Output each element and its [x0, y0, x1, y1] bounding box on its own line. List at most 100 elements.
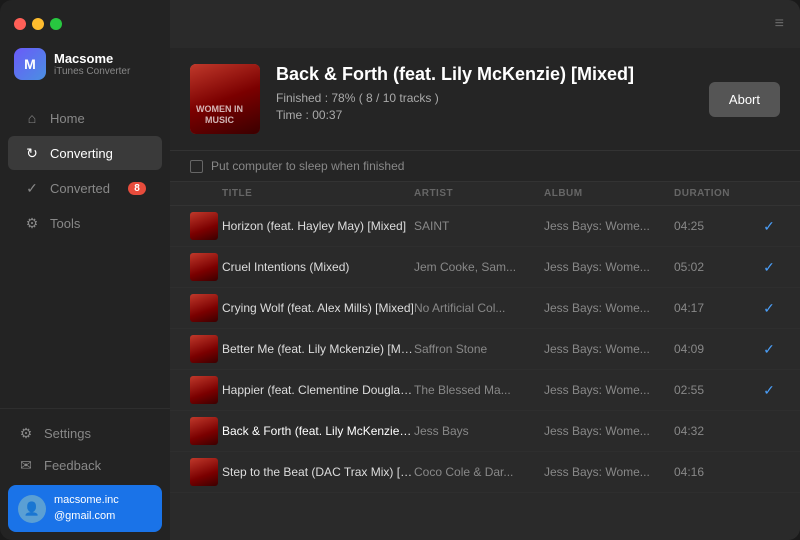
- table-row[interactable]: Better Me (feat. Lily Mckenzie) [Mixed] …: [170, 329, 800, 370]
- track-artist: Coco Cole & Dar...: [414, 465, 544, 479]
- track-title: Back & Forth (feat. Lily McKenzie) [Mi..…: [222, 424, 414, 438]
- album-header: WOMEN INMUSIC Back & Forth (feat. Lily M…: [170, 48, 800, 151]
- track-title-col: Happier (feat. Clementine Douglas) [..…: [222, 383, 414, 397]
- track-status: ✓: [754, 382, 784, 399]
- track-title: Step to the Beat (DAC Trax Mix) [Mixed]: [222, 465, 414, 479]
- sidebar-item-feedback[interactable]: ✉ Feedback: [8, 449, 162, 481]
- track-artist: No Artificial Col...: [414, 301, 544, 315]
- track-artist: Jem Cooke, Sam...: [414, 260, 544, 274]
- track-title: Crying Wolf (feat. Alex Mills) [Mixed]: [222, 301, 414, 315]
- track-album: Jess Bays: Wome...: [544, 342, 674, 356]
- track-thumbnail: [190, 253, 218, 281]
- converting-icon: ↻: [24, 145, 40, 161]
- track-title-col: Horizon (feat. Hayley May) [Mixed]: [222, 219, 414, 233]
- user-section[interactable]: 👤 macsome.inc @gmail.com: [8, 485, 162, 532]
- track-duration: 04:25: [674, 219, 754, 233]
- track-album: Jess Bays: Wome...: [544, 465, 674, 479]
- sidebar-item-tools[interactable]: ⚙ Tools: [8, 206, 162, 240]
- track-status: ✓: [754, 259, 784, 276]
- track-list-header: TITLE ARTIST ALBUM DURATION: [170, 182, 800, 206]
- track-thumb-col: [186, 335, 222, 363]
- sidebar-item-converted-label: Converted: [50, 181, 110, 196]
- album-art-label: WOMEN INMUSIC: [196, 104, 243, 126]
- track-title: Happier (feat. Clementine Douglas) [..…: [222, 383, 414, 397]
- sidebar-item-home[interactable]: ⌂ Home: [8, 101, 162, 135]
- menu-icon[interactable]: ≡: [775, 15, 784, 33]
- track-album: Jess Bays: Wome...: [544, 383, 674, 397]
- track-rows: Horizon (feat. Hayley May) [Mixed] SAINT…: [170, 206, 800, 493]
- user-email-line1: macsome.inc: [54, 494, 119, 506]
- col-album: ALBUM: [544, 188, 674, 199]
- table-row[interactable]: Cruel Intentions (Mixed) Jem Cooke, Sam.…: [170, 247, 800, 288]
- album-progress-text: Finished : 78% ( 8 / 10 tracks ): [276, 91, 693, 105]
- album-info: Back & Forth (feat. Lily McKenzie) [Mixe…: [276, 64, 693, 122]
- converted-badge: 8: [128, 182, 146, 195]
- table-row[interactable]: Happier (feat. Clementine Douglas) [..… …: [170, 370, 800, 411]
- col-artist: ARTIST: [414, 188, 544, 199]
- track-title-col: Step to the Beat (DAC Trax Mix) [Mixed]: [222, 465, 414, 479]
- table-row[interactable]: Back & Forth (feat. Lily McKenzie) [Mi..…: [170, 411, 800, 452]
- track-title: Better Me (feat. Lily Mckenzie) [Mixed]: [222, 342, 414, 356]
- track-title-col: Back & Forth (feat. Lily McKenzie) [Mi..…: [222, 424, 414, 438]
- abort-button[interactable]: Abort: [709, 82, 780, 117]
- track-album: Jess Bays: Wome...: [544, 219, 674, 233]
- track-duration: 04:09: [674, 342, 754, 356]
- track-thumb-col: [186, 458, 222, 486]
- main-content: ≡ WOMEN INMUSIC Back & Forth (feat. Lily…: [170, 0, 800, 540]
- track-album: Jess Bays: Wome...: [544, 260, 674, 274]
- album-title: Back & Forth (feat. Lily McKenzie) [Mixe…: [276, 64, 693, 85]
- album-time: Time : 00:37: [276, 108, 693, 122]
- track-duration: 04:17: [674, 301, 754, 315]
- sidebar-item-settings[interactable]: ⚙ Settings: [8, 417, 162, 449]
- sidebar-settings-label: Settings: [44, 426, 91, 441]
- minimize-button[interactable]: [32, 18, 44, 30]
- sidebar-bottom: ⚙ Settings ✉ Feedback 👤 macsome.inc @gma…: [0, 408, 170, 540]
- sidebar-item-converting[interactable]: ↻ Converting: [8, 136, 162, 170]
- close-button[interactable]: [14, 18, 26, 30]
- track-thumb-col: [186, 294, 222, 322]
- sidebar-item-converted[interactable]: ✓ Converted 8: [8, 171, 162, 205]
- sidebar-item-home-label: Home: [50, 111, 85, 126]
- track-album: Jess Bays: Wome...: [544, 424, 674, 438]
- feedback-icon: ✉: [18, 457, 34, 473]
- track-duration: 02:55: [674, 383, 754, 397]
- table-row[interactable]: Crying Wolf (feat. Alex Mills) [Mixed] N…: [170, 288, 800, 329]
- nav-section: ⌂ Home ↻ Converting ✓ Converted 8 ⚙ Tool…: [0, 92, 170, 408]
- col-thumb: [186, 188, 222, 199]
- table-row[interactable]: Horizon (feat. Hayley May) [Mixed] SAINT…: [170, 206, 800, 247]
- track-title-col: Better Me (feat. Lily Mckenzie) [Mixed]: [222, 342, 414, 356]
- track-artist: Saffron Stone: [414, 342, 544, 356]
- track-duration: 05:02: [674, 260, 754, 274]
- titlebar-main: ≡: [170, 0, 800, 48]
- track-title-col: Crying Wolf (feat. Alex Mills) [Mixed]: [222, 301, 414, 315]
- track-thumb-col: [186, 417, 222, 445]
- track-artist: Jess Bays: [414, 424, 544, 438]
- home-icon: ⌂: [24, 110, 40, 126]
- track-thumb-col: [186, 212, 222, 240]
- album-art-inner: WOMEN INMUSIC: [190, 64, 260, 134]
- traffic-lights: [14, 18, 62, 30]
- track-status: ✓: [754, 341, 784, 358]
- track-thumb-col: [186, 376, 222, 404]
- track-artist: The Blessed Ma...: [414, 383, 544, 397]
- track-list: TITLE ARTIST ALBUM DURATION Horizon (fea…: [170, 182, 800, 540]
- user-email: macsome.inc @gmail.com: [54, 493, 119, 524]
- track-thumbnail: [190, 294, 218, 322]
- track-title-col: Cruel Intentions (Mixed): [222, 260, 414, 274]
- table-row[interactable]: Step to the Beat (DAC Trax Mix) [Mixed] …: [170, 452, 800, 493]
- avatar: 👤: [18, 495, 46, 523]
- sidebar-item-tools-label: Tools: [50, 216, 80, 231]
- brand-text: Macsome iTunes Converter: [54, 51, 130, 77]
- album-art: WOMEN INMUSIC: [190, 64, 260, 134]
- track-thumb-col: [186, 253, 222, 281]
- track-album: Jess Bays: Wome...: [544, 301, 674, 315]
- sleep-checkbox[interactable]: [190, 160, 203, 173]
- col-status: [754, 188, 784, 199]
- sleep-label: Put computer to sleep when finished: [211, 159, 404, 173]
- maximize-button[interactable]: [50, 18, 62, 30]
- sleep-option: Put computer to sleep when finished: [170, 151, 800, 182]
- track-thumbnail: [190, 335, 218, 363]
- col-duration: DURATION: [674, 188, 754, 199]
- user-email-line2: @gmail.com: [54, 510, 115, 522]
- settings-icon: ⚙: [18, 425, 34, 441]
